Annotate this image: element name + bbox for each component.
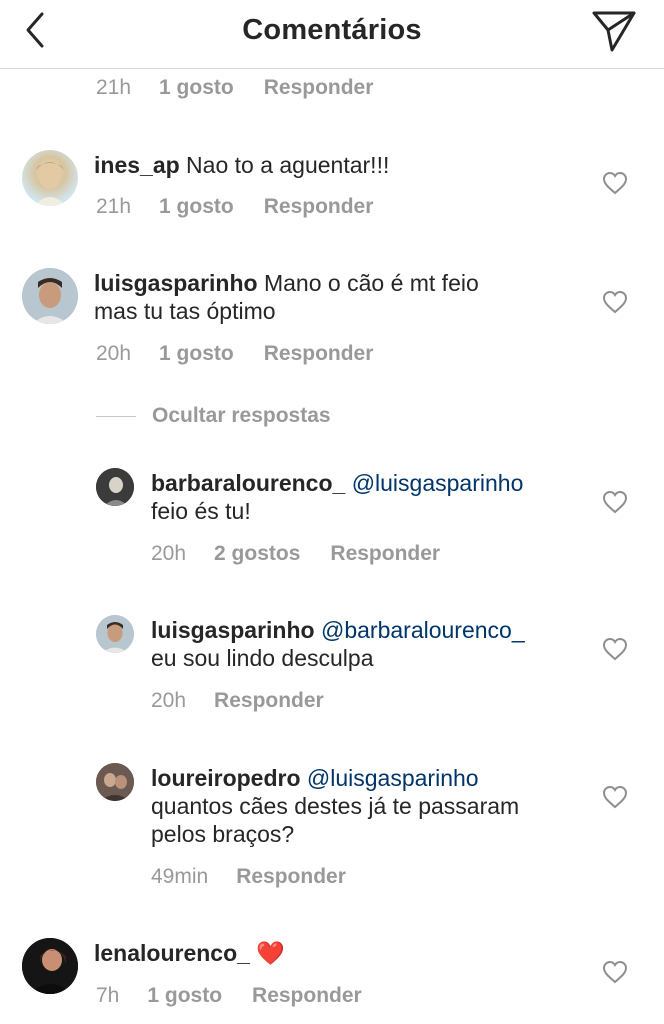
- comment-username[interactable]: luisgasparinho: [94, 270, 258, 296]
- reply-meta: 20h 2 gostos Responder: [151, 542, 440, 566]
- comment-body: Nao to a aguentar!!!: [186, 152, 390, 178]
- comment-text: lenalourenco_ ❤️: [94, 939, 285, 967]
- comment-time: 20h: [96, 342, 132, 365]
- reply-button[interactable]: Responder: [264, 195, 374, 219]
- avatar-image: [96, 615, 134, 653]
- comment-time: 7h: [96, 984, 120, 1007]
- reply-button[interactable]: Responder: [236, 865, 346, 889]
- comment-username[interactable]: lenalourenco_: [94, 940, 250, 966]
- heart-icon[interactable]: [602, 290, 628, 314]
- share-button[interactable]: [590, 8, 640, 54]
- reply-button[interactable]: Responder: [252, 984, 362, 1008]
- reply-body: pelos braços?: [151, 821, 295, 847]
- avatar-image: [22, 938, 78, 994]
- likes-count[interactable]: 1 gosto: [159, 76, 234, 100]
- reply-username[interactable]: luisgasparinho: [151, 617, 315, 643]
- comment-body: mas tu tas óptimo: [94, 298, 276, 324]
- page-title: Comentários: [242, 14, 422, 46]
- comment-text: ines_ap Nao to a aguentar!!!: [94, 151, 389, 179]
- avatar[interactable]: [96, 468, 134, 506]
- reply-body: eu sou lindo desculpa: [151, 645, 374, 671]
- comment-username[interactable]: ines_ap: [94, 152, 180, 178]
- comment-meta: 21h 1 gosto Responder: [96, 195, 373, 219]
- reply-body: feio és tu!: [151, 498, 251, 524]
- avatar[interactable]: [22, 938, 78, 994]
- avatar-image: [22, 268, 78, 324]
- mention-link[interactable]: @luisgasparinho: [352, 470, 524, 496]
- reply-body: quantos cães destes já te passaram: [151, 793, 520, 819]
- reply-username[interactable]: barbaralourenco_: [151, 470, 345, 496]
- paper-plane-icon: [592, 11, 636, 52]
- comment-meta: 20h 1 gosto Responder: [96, 342, 373, 366]
- likes-count[interactable]: 1 gosto: [147, 984, 222, 1008]
- hide-replies-label: Ocultar respostas: [152, 404, 331, 427]
- heart-icon[interactable]: [602, 490, 628, 514]
- avatar[interactable]: [96, 615, 134, 653]
- reply-text: barbaralourenco_ @luisgasparinho feio és…: [151, 469, 611, 525]
- avatar[interactable]: [22, 150, 78, 206]
- mention-link[interactable]: @barbaralourenco_: [321, 617, 525, 643]
- heart-icon[interactable]: [602, 171, 628, 195]
- comment-time: 21h: [96, 76, 132, 99]
- heart-icon[interactable]: [602, 637, 628, 661]
- heart-emoji: ❤️: [256, 940, 285, 966]
- reply-text: luisgasparinho @barbaralourenco_ eu sou …: [151, 616, 611, 672]
- heart-icon[interactable]: [602, 960, 628, 984]
- likes-count[interactable]: 2 gostos: [214, 542, 300, 566]
- comment-text: luisgasparinho Mano o cão é mt feio mas …: [94, 269, 574, 325]
- reply-button[interactable]: Responder: [264, 342, 374, 366]
- reply-username[interactable]: loureiropedro: [151, 765, 301, 791]
- comment-meta: 21h 1 gosto Responder: [96, 76, 373, 100]
- avatar-image: [34, 162, 66, 206]
- divider-line: [96, 415, 136, 417]
- reply-button[interactable]: Responder: [330, 542, 440, 566]
- avatar-image: [96, 468, 134, 506]
- reply-button[interactable]: Responder: [264, 76, 374, 100]
- heart-icon[interactable]: [602, 785, 628, 809]
- avatar-image: [96, 763, 134, 801]
- reply-time: 49min: [151, 865, 209, 888]
- reply-text: loureiropedro @luisgasparinho quantos cã…: [151, 764, 611, 848]
- avatar[interactable]: [96, 763, 134, 801]
- likes-count[interactable]: 1 gosto: [159, 195, 234, 219]
- reply-time: 20h: [151, 689, 187, 712]
- avatar[interactable]: [22, 268, 78, 324]
- likes-count[interactable]: 1 gosto: [159, 342, 234, 366]
- reply-meta: 20h Responder: [151, 689, 324, 713]
- comment-meta: 7h 1 gosto Responder: [96, 984, 362, 1008]
- reply-time: 20h: [151, 542, 187, 565]
- header-bar: Comentários: [0, 0, 664, 69]
- reply-button[interactable]: Responder: [214, 689, 324, 713]
- mention-link[interactable]: @luisgasparinho: [307, 765, 479, 791]
- comment-time: 21h: [96, 195, 132, 218]
- hide-replies-button[interactable]: Ocultar respostas: [96, 404, 331, 428]
- reply-meta: 49min Responder: [151, 865, 346, 889]
- comment-body: Mano o cão é mt feio: [263, 270, 479, 296]
